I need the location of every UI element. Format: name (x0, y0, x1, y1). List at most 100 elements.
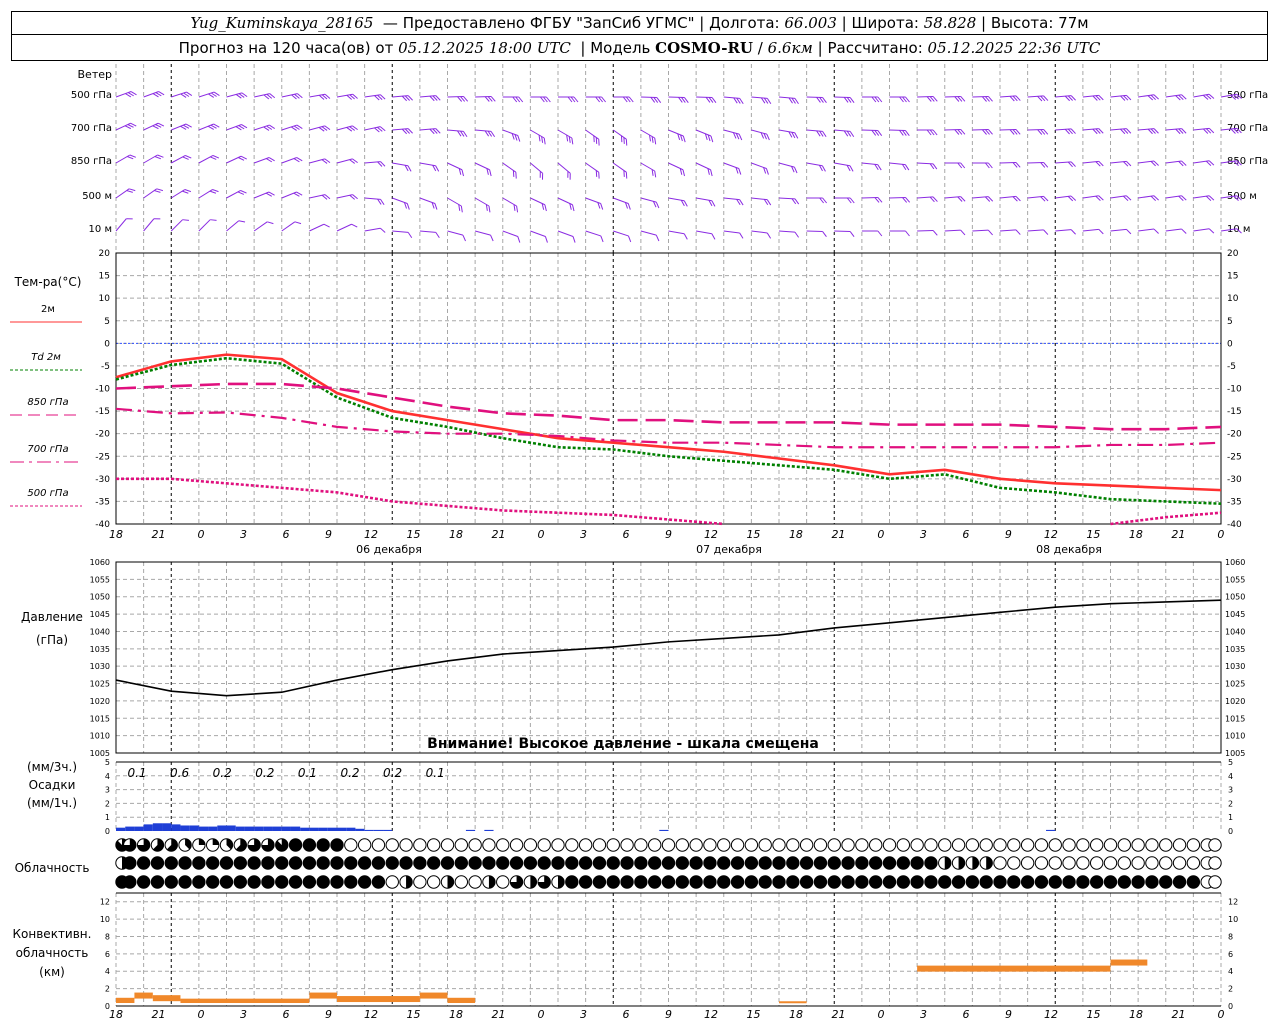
precip-total: 0.2 (213, 766, 232, 780)
cloud-symbol (509, 838, 524, 852)
wind-barb (336, 158, 358, 164)
conv-ytick-right: 2 (1228, 985, 1233, 994)
x-tick-label: 21 (151, 528, 165, 541)
cloud-fill (123, 856, 137, 870)
wind-barb (143, 188, 164, 199)
conv-ytick: 6 (105, 950, 110, 959)
cloud-circle (468, 838, 482, 852)
barb-feather (490, 234, 494, 242)
cloud-symbol (288, 875, 303, 889)
x-tick-label-bottom: 9 (325, 1008, 332, 1021)
precip-bar (659, 829, 669, 831)
precip-bar (226, 825, 236, 831)
cloud-symbol (813, 875, 828, 889)
cloud-symbol (910, 838, 924, 852)
cloud-fill (883, 875, 896, 889)
wind-barb (917, 162, 938, 170)
cloud-symbol (924, 875, 938, 889)
barb-feather (403, 202, 407, 209)
cloud-symbol (786, 875, 800, 889)
cloud-fill (303, 838, 316, 852)
cloud-circle (1117, 856, 1132, 870)
cloud-circle (813, 838, 828, 852)
cloud-circle (1103, 856, 1118, 870)
cloud-circle (647, 838, 662, 852)
cloud-fill (427, 856, 440, 870)
cloud-symbol (744, 856, 759, 870)
pressure-ytick: 1025 (90, 680, 110, 689)
precip-bar (235, 826, 245, 831)
temp-ytick-right: 0 (1227, 339, 1233, 349)
pressure-ytick: 1045 (90, 610, 110, 619)
pressure-ytick: 1060 (90, 558, 110, 567)
x-tick-label: 21 (831, 528, 845, 541)
temp-ytick: 5 (104, 317, 110, 327)
cloud-symbol (1048, 875, 1062, 889)
cloud-symbol (647, 838, 662, 852)
cloud-circle (1186, 838, 1201, 852)
precip-ytick-right: 4 (1228, 772, 1233, 781)
cloud-fill (634, 856, 648, 870)
barb-feather (153, 218, 161, 220)
wind-barb (640, 230, 660, 242)
wind-barb (889, 129, 910, 136)
cloud-fill (745, 856, 758, 870)
cloud-symbol (426, 838, 441, 852)
wind-barb (392, 162, 412, 172)
cloud-symbol (1076, 875, 1090, 889)
pressure-title: Давление (21, 610, 83, 624)
day-label: 07 декабря (696, 543, 762, 556)
wind-barb (309, 223, 330, 232)
cloud-symbol (965, 838, 980, 852)
x-tick-label-bottom: 3 (920, 1008, 927, 1021)
wind-barb (1055, 95, 1076, 102)
cloud-fill (151, 875, 164, 889)
cloud-circle (1131, 838, 1145, 852)
precip-total: 0.6 (170, 766, 189, 780)
cloud-symbol (1020, 838, 1035, 852)
cloud-symbol (1007, 875, 1021, 889)
wind-barb (281, 93, 303, 100)
temp-ytick: -5 (101, 362, 110, 372)
wind-barb (557, 230, 576, 243)
cloud-symbol (744, 838, 759, 852)
wind-level-label: 850 гПа (71, 156, 112, 167)
barb-feather (624, 202, 628, 209)
wind-barb (253, 157, 275, 164)
cloud-symbol (1076, 838, 1090, 852)
barb-feather (267, 221, 274, 225)
precip-bar (143, 824, 153, 831)
wind-barb (999, 195, 1021, 202)
cloud-fill (910, 856, 924, 870)
wind-barb (115, 218, 133, 232)
cloud-symbol (192, 875, 206, 889)
cloud-symbol (703, 856, 717, 870)
cloud-symbol (772, 838, 786, 852)
cloud-fill (662, 856, 675, 870)
cloud-symbol (399, 838, 413, 852)
cloud-symbol (454, 875, 469, 889)
wind-barb (226, 92, 248, 99)
temp-ytick: -15 (95, 407, 110, 417)
barb-staff (806, 230, 823, 233)
cloud-circle (772, 838, 786, 852)
cloud-fill (800, 875, 813, 889)
wind-barb (281, 124, 303, 131)
cloud-fill (828, 875, 841, 889)
wind-barb (944, 196, 966, 202)
cloud-symbol (606, 838, 620, 852)
cloud-fill (841, 875, 855, 889)
cloud-symbol (1208, 875, 1222, 889)
cloud-circle (537, 838, 551, 852)
precip-bar (116, 827, 126, 831)
cloud-fill (488, 875, 496, 889)
wind-barb (917, 95, 938, 102)
cloud-circle (1062, 838, 1076, 852)
wind-barb (751, 129, 770, 141)
cloud-symbol (1117, 838, 1132, 852)
wind-barb (1165, 195, 1187, 201)
cloud-symbol (924, 838, 938, 852)
cloud-symbol (882, 838, 897, 852)
cloud-symbol (827, 856, 841, 870)
precip-bar (318, 827, 328, 831)
